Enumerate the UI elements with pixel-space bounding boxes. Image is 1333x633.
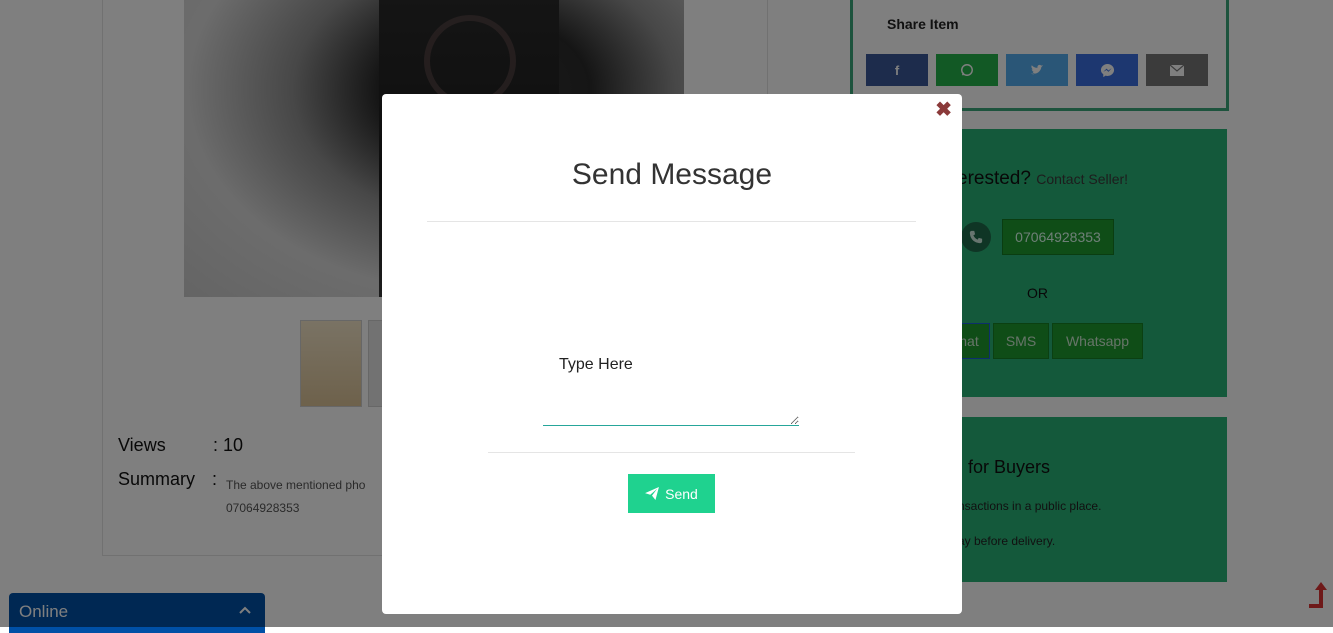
send-button-label: Send xyxy=(665,485,698,502)
close-icon[interactable]: ✖ xyxy=(935,100,952,120)
paper-plane-icon xyxy=(645,487,660,500)
modal-title: Send Message xyxy=(571,158,773,191)
message-input[interactable] xyxy=(543,346,799,426)
modal-divider-bottom xyxy=(488,452,855,453)
modal-divider-top xyxy=(427,221,916,222)
send-button[interactable]: Send xyxy=(628,474,715,513)
send-message-modal: ✖ Send Message Send xyxy=(382,94,962,614)
